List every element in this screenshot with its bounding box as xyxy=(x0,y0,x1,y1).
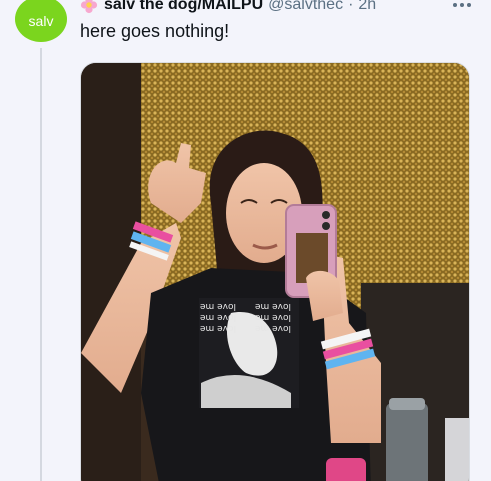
display-name[interactable]: salv the dog/MAILPU xyxy=(104,0,263,14)
flower-icon xyxy=(80,0,98,14)
more-dot-icon xyxy=(467,3,471,7)
shirt-print-text-1: love me xyxy=(200,301,236,311)
tweet-header: salv the dog/MAILPU @salvthec · 2h xyxy=(80,0,376,16)
separator-dot: · xyxy=(348,0,354,13)
tweet-text: here goes nothing! xyxy=(80,21,230,41)
tweet-photo[interactable]: love me love me love me love me love me … xyxy=(80,62,470,481)
shirt-print-text-2: love me xyxy=(200,312,236,322)
timestamp[interactable]: 2h xyxy=(358,0,376,14)
thread-line xyxy=(40,48,42,481)
user-handle[interactable]: @salvthec xyxy=(268,0,343,14)
avatar[interactable]: salv xyxy=(15,0,67,42)
more-dot-icon xyxy=(453,3,457,7)
avatar-text: salv xyxy=(28,13,54,29)
more-options-button[interactable] xyxy=(453,0,471,16)
shirt-print-text-4: love me xyxy=(255,301,291,311)
more-dot-icon xyxy=(460,3,464,7)
mirror-selfie-photo: love me love me love me love me love me … xyxy=(81,63,469,481)
shirt-print-text-5: love me xyxy=(255,312,291,322)
tweet[interactable]: salv salv the dog/MAILPU @salvthec · 2h … xyxy=(0,0,491,481)
shirt-print-text-6: love me xyxy=(255,323,291,333)
shirt-print-text-3: love me xyxy=(200,323,236,333)
